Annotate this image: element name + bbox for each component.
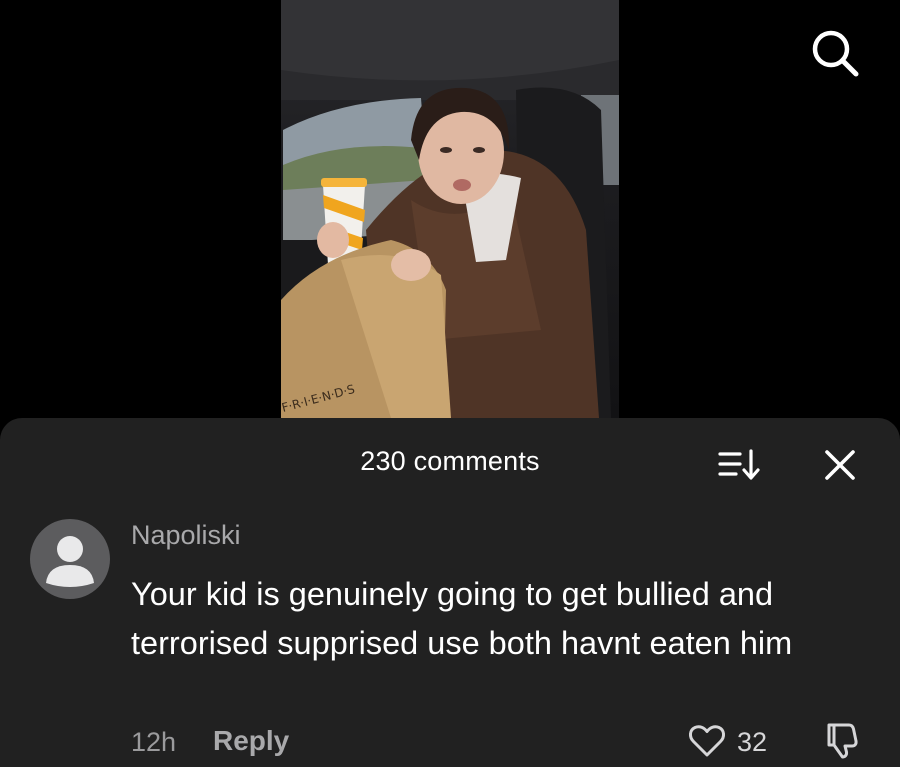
search-icon xyxy=(812,30,859,77)
default-avatar-icon xyxy=(46,536,94,587)
sort-button[interactable] xyxy=(718,447,762,483)
comment-meta: 12h Reply 32 xyxy=(131,723,891,763)
comments-sheet: 230 comments Napoliski Your kid is genui… xyxy=(0,418,900,767)
video-frame[interactable]: F·R·I·E·N·D·S xyxy=(281,0,619,418)
sort-icon xyxy=(718,449,760,480)
comment-item: Napoliski Your kid is genuinely going to… xyxy=(0,518,900,767)
video-area[interactable]: F·R·I·E·N·D·S xyxy=(0,0,900,440)
like-count: 32 xyxy=(737,727,768,757)
dislike-button[interactable] xyxy=(821,719,863,761)
heart-icon xyxy=(689,725,725,757)
comment-time: 12h xyxy=(131,727,177,757)
avatar[interactable] xyxy=(30,519,110,599)
video-frame-image: F·R·I·E·N·D·S xyxy=(281,0,619,418)
comments-count-title: 230 comments xyxy=(360,446,540,476)
comment-text: Your kid is genuinely going to get bulli… xyxy=(131,576,793,661)
like-button[interactable] xyxy=(687,721,727,761)
reply-button[interactable]: Reply xyxy=(213,725,289,757)
close-button[interactable] xyxy=(822,447,858,483)
search-button[interactable] xyxy=(808,26,862,80)
thumbs-down-icon xyxy=(827,723,858,759)
comment-username[interactable]: Napoliski xyxy=(131,520,241,551)
close-icon xyxy=(825,450,855,480)
